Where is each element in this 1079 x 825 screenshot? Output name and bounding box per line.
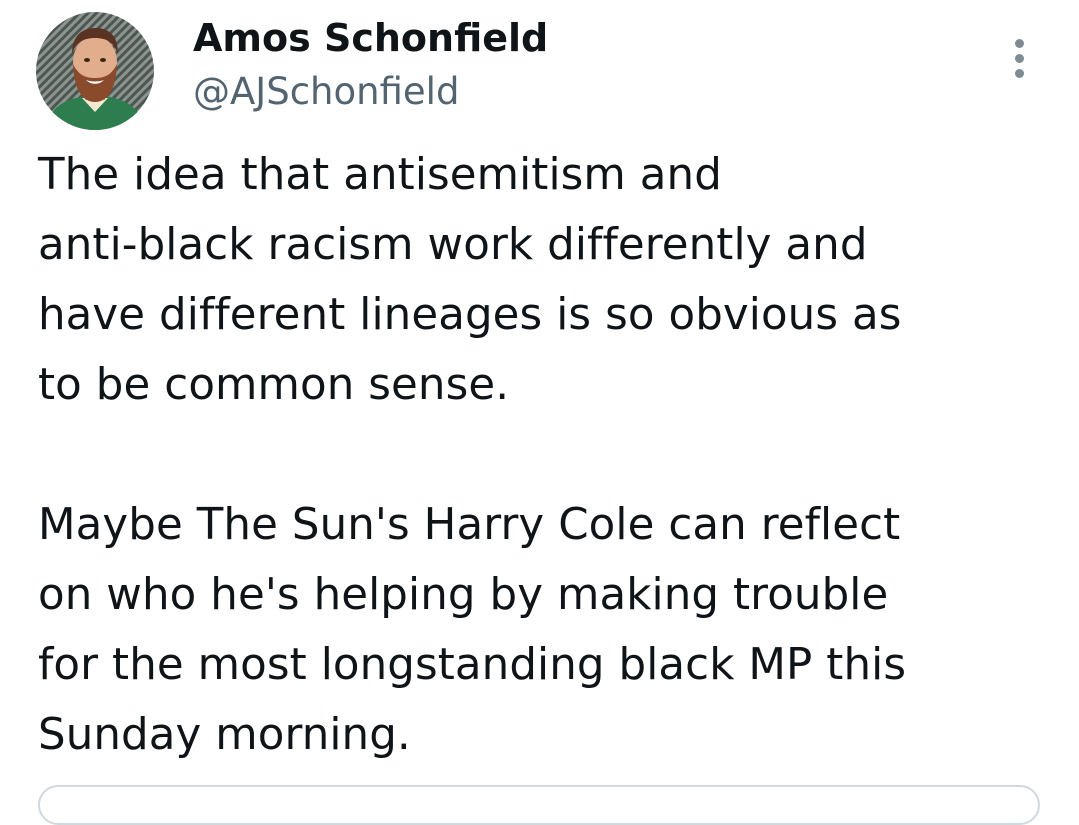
author-handle[interactable]: @AJSchonfield bbox=[193, 68, 459, 116]
avatar-photo bbox=[36, 12, 154, 130]
tweet: Amos Schonfield @AJSchonfield The idea t… bbox=[0, 0, 1079, 825]
more-dot bbox=[1014, 38, 1024, 48]
quoted-card[interactable] bbox=[38, 785, 1040, 825]
tweet-paragraph-1: The idea that antisemitism and anti-blac… bbox=[38, 150, 902, 410]
more-dot bbox=[1014, 68, 1024, 78]
author-avatar[interactable] bbox=[36, 12, 154, 130]
more-options-icon[interactable] bbox=[996, 30, 1042, 86]
tweet-text: The idea that antisemitism and anti-blac… bbox=[38, 140, 1068, 770]
tweet-paragraph-2: Maybe The Sun's Harry Cole can reflect o… bbox=[38, 500, 907, 760]
author-name[interactable]: Amos Schonfield bbox=[193, 14, 548, 62]
more-dot bbox=[1014, 53, 1024, 63]
